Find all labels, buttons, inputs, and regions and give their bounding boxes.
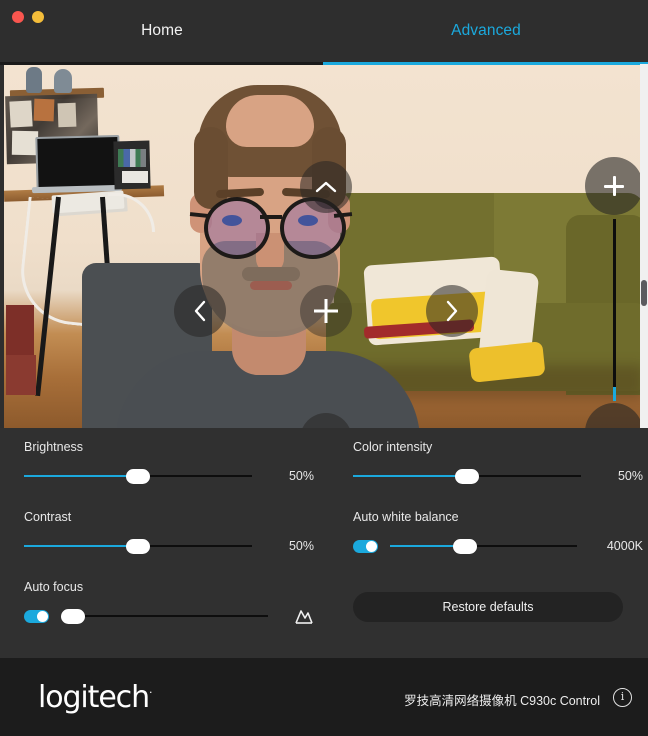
color-intensity-fill: [353, 475, 467, 477]
brightness-thumb[interactable]: [126, 469, 150, 484]
contrast-fill: [24, 545, 138, 547]
zoom-slider-fill: [613, 387, 616, 401]
chevron-up-icon: [315, 181, 337, 193]
app-window: Home Advanced Brightness 50% Contrast 50…: [0, 0, 648, 736]
restore-defaults-button[interactable]: Restore defaults: [353, 592, 623, 622]
control-contrast: Contrast 50%: [24, 510, 314, 557]
scrollbar-thumb[interactable]: [641, 280, 647, 306]
color-intensity-slider[interactable]: [353, 465, 581, 487]
tab-advanced-label: Advanced: [451, 22, 521, 39]
chevron-right-icon: [446, 300, 458, 322]
crosshair-icon: [314, 299, 338, 323]
pan-up-button[interactable]: [300, 161, 352, 213]
white-balance-thumb[interactable]: [452, 539, 477, 554]
pan-reset-button[interactable]: [300, 285, 352, 337]
auto-focus-toggle-knob: [37, 610, 48, 622]
auto-focus-toggle[interactable]: [24, 609, 49, 623]
focus-range-icon-slot: [276, 607, 314, 625]
logitech-logo-mark: ·: [149, 686, 153, 699]
footer-bar: logitech· 罗技高清网络摄像机 C930c Control i: [0, 658, 648, 736]
auto-white-balance-slider-row: 4000K: [353, 535, 643, 557]
tab-home-label: Home: [141, 22, 183, 39]
control-auto-focus: Auto focus: [24, 580, 314, 627]
auto-white-balance-toggle-knob: [366, 540, 377, 552]
color-intensity-thumb[interactable]: [455, 469, 479, 484]
logitech-logo: logitech·: [38, 680, 153, 715]
contrast-thumb[interactable]: [126, 539, 150, 554]
device-name-label: 罗技高清网络摄像机 C930c Control: [404, 694, 600, 708]
pan-left-button[interactable]: [174, 285, 226, 337]
brightness-value: 50%: [288, 469, 314, 483]
brightness-slider[interactable]: [24, 465, 252, 487]
camera-preview: [4, 65, 644, 428]
chevron-left-icon: [194, 300, 206, 322]
auto-focus-label: Auto focus: [24, 580, 84, 594]
white-balance-value: 4000K: [606, 539, 643, 553]
tab-advanced[interactable]: Advanced: [324, 0, 648, 62]
brightness-label: Brightness: [24, 440, 84, 454]
mountain-focus-icon: [295, 610, 313, 624]
control-auto-white-balance: Auto white balance 4000K: [353, 510, 643, 557]
tab-bar: Home Advanced: [0, 0, 648, 64]
brightness-fill: [24, 475, 138, 477]
color-intensity-label: Color intensity: [353, 440, 433, 454]
zoom-in-button[interactable]: [585, 157, 643, 215]
contrast-slider[interactable]: [24, 535, 252, 557]
preview-video-frame: [4, 65, 644, 428]
auto-white-balance-label: Auto white balance: [353, 510, 459, 524]
logitech-logo-text: logitech: [38, 680, 150, 715]
auto-focus-slider-row: [24, 605, 314, 627]
focus-track: [61, 615, 268, 617]
contrast-value: 50%: [288, 539, 314, 553]
contrast-slider-row: 50%: [24, 535, 314, 557]
control-color-intensity: Color intensity 50%: [353, 440, 643, 487]
zoom-out-button[interactable]: [585, 403, 643, 428]
focus-slider[interactable]: [61, 605, 268, 627]
zoom-slider-track[interactable]: [613, 219, 616, 401]
focus-thumb[interactable]: [61, 609, 85, 624]
brightness-slider-row: 50%: [24, 465, 314, 487]
contrast-label: Contrast: [24, 510, 72, 524]
tab-home[interactable]: Home: [0, 0, 324, 62]
white-balance-slider[interactable]: [390, 535, 577, 557]
auto-white-balance-toggle[interactable]: [353, 539, 378, 553]
color-intensity-slider-row: 50%: [353, 465, 643, 487]
zoom-control: [585, 157, 643, 428]
control-brightness: Brightness 50%: [24, 440, 314, 487]
settings-panel: Brightness 50% Contrast 50% Auto focus C…: [0, 428, 648, 658]
title-bar: Home Advanced: [0, 0, 648, 65]
color-intensity-value: 50%: [617, 469, 643, 483]
pan-right-button[interactable]: [426, 285, 478, 337]
info-icon[interactable]: i: [613, 688, 632, 707]
